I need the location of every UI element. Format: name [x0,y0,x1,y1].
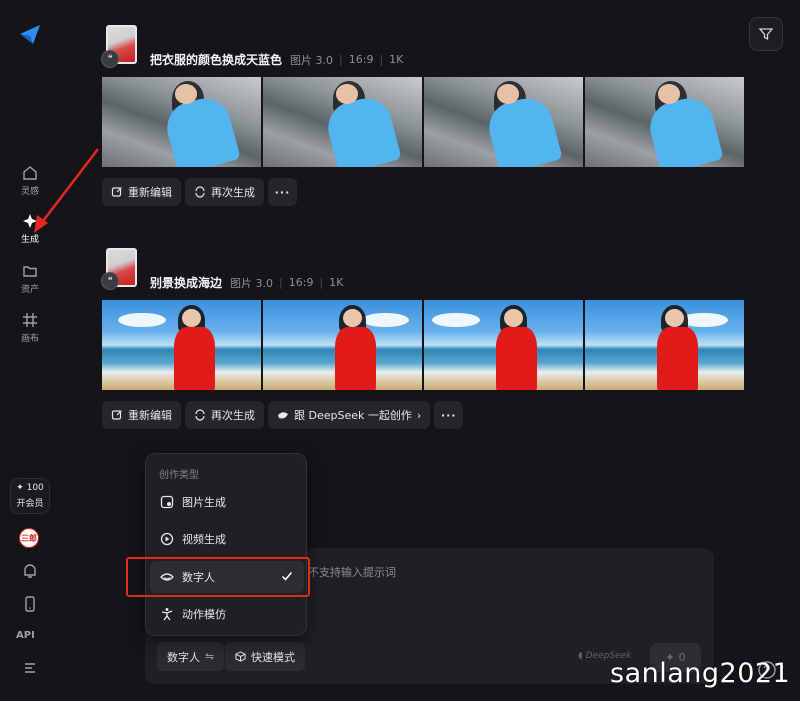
generated-image[interactable] [102,77,261,167]
generated-image[interactable] [263,300,422,390]
sidebar-item-assets[interactable]: 资产 [8,263,52,303]
cube-icon [235,651,246,662]
filter-icon [758,28,774,41]
regenerate-label: 再次生成 [211,409,255,422]
re-edit-button[interactable]: 重新编辑 [102,401,181,429]
regenerate-button[interactable]: 再次生成 [185,178,264,206]
api-link[interactable]: API [16,630,35,641]
speed-mode-label: 快速模式 [251,650,295,664]
generated-image[interactable] [102,300,261,390]
watermark-text: sanlang2021 [610,658,791,689]
generation-header: 别景换成海边 图片 3.0 | 16:9 | 1K [150,274,343,291]
resolution: 1K [389,53,404,66]
model-type: 图片 3.0 [230,276,274,290]
creation-type-menu: 创作类型 图片生成 视频生成 数字人 动作模仿 [145,453,307,636]
mobile-icon[interactable] [20,594,40,614]
more-button[interactable]: ··· [434,401,464,429]
resolution: 1K [329,276,344,289]
more-button[interactable]: ··· [268,178,297,206]
annotation-arrow-icon [34,148,99,233]
quote-icon: ❝ [101,50,119,68]
menu-item-motion-mimic[interactable]: 动作模仿 [150,598,304,630]
image-grid [102,300,744,390]
deepseek-whale-icon [278,412,288,419]
re-edit-label: 重新编辑 [128,409,172,422]
aspect-ratio: 16:9 [288,276,314,289]
vip-points: ✦ 100 [16,483,44,493]
refresh-icon [195,186,205,198]
menu-item-image-gen[interactable]: 图片生成 [150,486,304,518]
meta-divider: | [279,276,283,289]
meta-divider: | [319,276,324,289]
annotation-highlight-box [126,557,310,597]
sidebar: 灵感 生成 资产 画布 ✦ 100 开会员 三郎 API [0,0,60,701]
generated-image[interactable] [424,77,583,167]
prompt-text[interactable]: 别景换成海边 [150,274,222,291]
canvas-icon [23,313,37,327]
speed-mode-button[interactable]: 快速模式 [225,642,305,671]
deepseek-whale-icon: ◖ [578,651,583,661]
motion-mimic-icon [161,608,173,621]
quote-icon: ❝ [101,272,119,290]
re-edit-button[interactable]: 重新编辑 [102,178,181,206]
menu-item-label: 动作模仿 [182,608,226,621]
switch-icon: ⇋ [205,650,215,663]
folder-icon [23,266,37,277]
meta-divider: | [339,53,343,66]
menu-icon[interactable] [20,658,40,678]
deepseek-create-button[interactable]: 跟 DeepSeek 一起创作 › [268,401,431,429]
action-bar: 重新编辑 再次生成 ··· [102,178,297,206]
vip-button[interactable]: ✦ 100 开会员 [10,478,50,514]
generated-image[interactable] [585,300,744,390]
edit-icon [111,410,122,420]
filter-button[interactable] [749,17,783,51]
generated-image[interactable] [424,300,583,390]
menu-item-video-gen[interactable]: 视频生成 [150,523,304,555]
model-type: 图片 3.0 [290,53,334,67]
regenerate-button[interactable]: 再次生成 [185,401,264,429]
sidebar-item-label: 生成 [20,235,39,245]
video-gen-icon [160,532,174,546]
regenerate-label: 再次生成 [211,186,255,199]
generated-image[interactable] [585,77,744,167]
avatar[interactable]: 三郎 [19,528,39,548]
generated-image[interactable] [263,77,422,167]
vip-label: 开会员 [16,499,44,509]
prompt-input[interactable]: 不支持输入提示词 [308,564,396,580]
generation-header: 把衣服的颜色换成天蓝色 图片 3.0 | 16:9 | 1K [150,51,403,68]
refresh-icon [195,409,205,421]
image-gen-icon [160,495,174,509]
creation-type-selector[interactable]: 数字人 ⇋ [157,642,225,671]
prompt-text[interactable]: 把衣服的颜色换成天蓝色 [150,51,282,68]
menu-item-label: 视频生成 [182,533,226,546]
meta-divider: | [379,53,384,66]
app-logo-icon[interactable] [18,22,42,46]
sidebar-item-label: 资产 [20,285,39,295]
bell-icon[interactable] [20,561,40,581]
menu-item-label: 图片生成 [182,496,226,509]
edit-icon [111,187,122,197]
sidebar-item-label: 画布 [20,334,39,344]
action-bar: 重新编辑 再次生成 跟 DeepSeek 一起创作 › ··· [102,401,464,429]
re-edit-label: 重新编辑 [128,186,172,199]
image-grid [102,77,744,167]
menu-header: 创作类型 [159,470,199,481]
deepseek-create-label: 跟 DeepSeek 一起创作 [294,409,412,422]
aspect-ratio: 16:9 [348,53,374,66]
creation-type-label: 数字人 [167,650,200,664]
chevron-right-icon: › [416,408,422,422]
sidebar-item-canvas[interactable]: 画布 [8,312,52,352]
